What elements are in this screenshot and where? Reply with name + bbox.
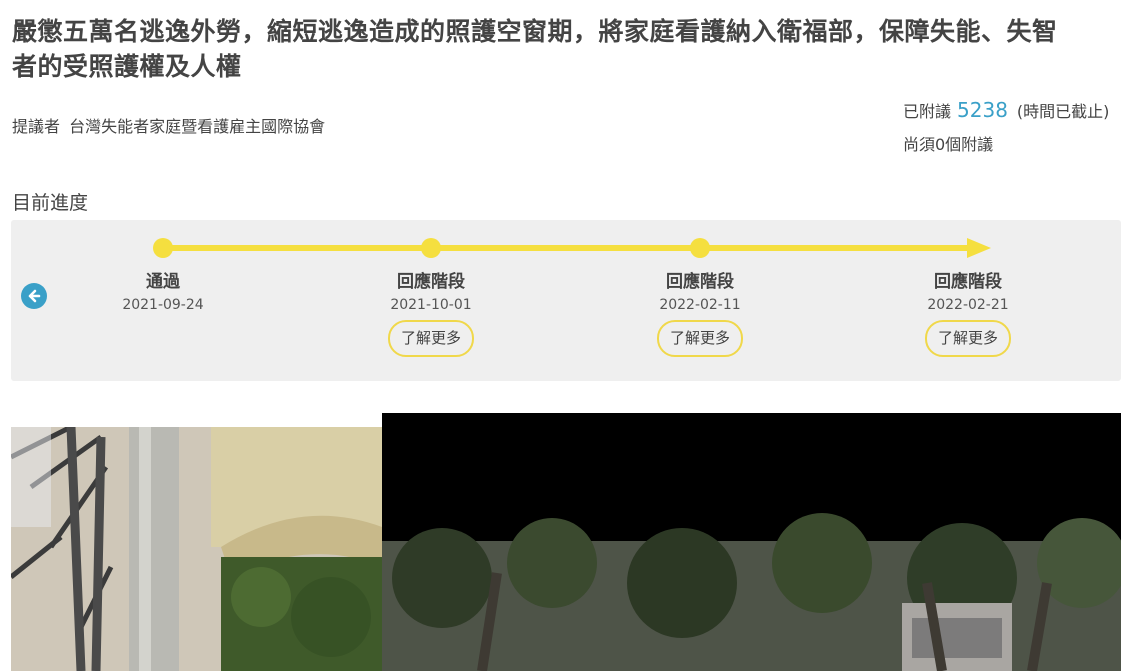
signature-count: 5238	[957, 98, 1008, 122]
learn-more-button[interactable]: 了解更多	[387, 320, 474, 357]
timeline-stage-1: 通過 2021-09-24	[73, 271, 253, 314]
stage-date: 2021-09-24	[122, 297, 204, 313]
timeline-node-1	[153, 238, 173, 258]
learn-more-button[interactable]: 了解更多	[924, 320, 1011, 357]
petition-photo-right	[382, 413, 1121, 671]
stage-name: 回應階段	[397, 272, 465, 292]
timeline-arrowhead	[967, 238, 991, 258]
stage-date: 2022-02-11	[659, 297, 741, 313]
proposer-label: 提議者	[12, 117, 61, 136]
timeline-stage-3: 回應階段 2022-02-11 了解更多	[610, 271, 790, 357]
petition-title: 嚴懲五萬名逃逸外勞，縮短逃逸造成的照護空窗期，將家庭看護納入衛福部，保障失能、失…	[12, 17, 1058, 81]
timeline-node-3	[690, 238, 710, 258]
proposer: 提議者 台灣失能者家庭暨看護雇主國際協會	[12, 113, 325, 137]
timeline-stage-4: 回應階段 2022-02-21 了解更多	[878, 271, 1058, 357]
stage-name: 回應階段	[934, 272, 1002, 292]
progress-section-label: 目前進度	[12, 192, 89, 214]
signature-status-note: (時間已截止)	[1016, 102, 1110, 121]
signature-label: 已附議	[903, 102, 952, 121]
photo-left-illustration	[11, 427, 382, 671]
learn-more-button[interactable]: 了解更多	[656, 320, 743, 357]
petition-photo-left	[11, 427, 382, 671]
stage-name: 通過	[146, 272, 180, 292]
stage-date: 2022-02-21	[927, 297, 1009, 313]
timeline-stage-2: 回應階段 2021-10-01 了解更多	[341, 271, 521, 357]
signature-count-line: 已附議 5238 (時間已截止)	[903, 98, 1109, 122]
proposer-name: 台灣失能者家庭暨看護雇主國際協會	[69, 117, 326, 136]
signature-summary: 已附議 5238 (時間已截止) 尚須0個附議	[903, 98, 1109, 155]
progress-timeline-panel: 通過 2021-09-24 回應階段 2021-10-01 了解更多 回應階段 …	[11, 220, 1121, 381]
signatures-remaining: 尚須0個附議	[903, 135, 994, 154]
photo-right-illustration	[382, 413, 1121, 671]
arrow-left-circle-icon[interactable]	[21, 283, 47, 309]
stage-name: 回應階段	[666, 272, 734, 292]
stage-date: 2021-10-01	[390, 297, 472, 313]
timeline-node-2	[421, 238, 441, 258]
